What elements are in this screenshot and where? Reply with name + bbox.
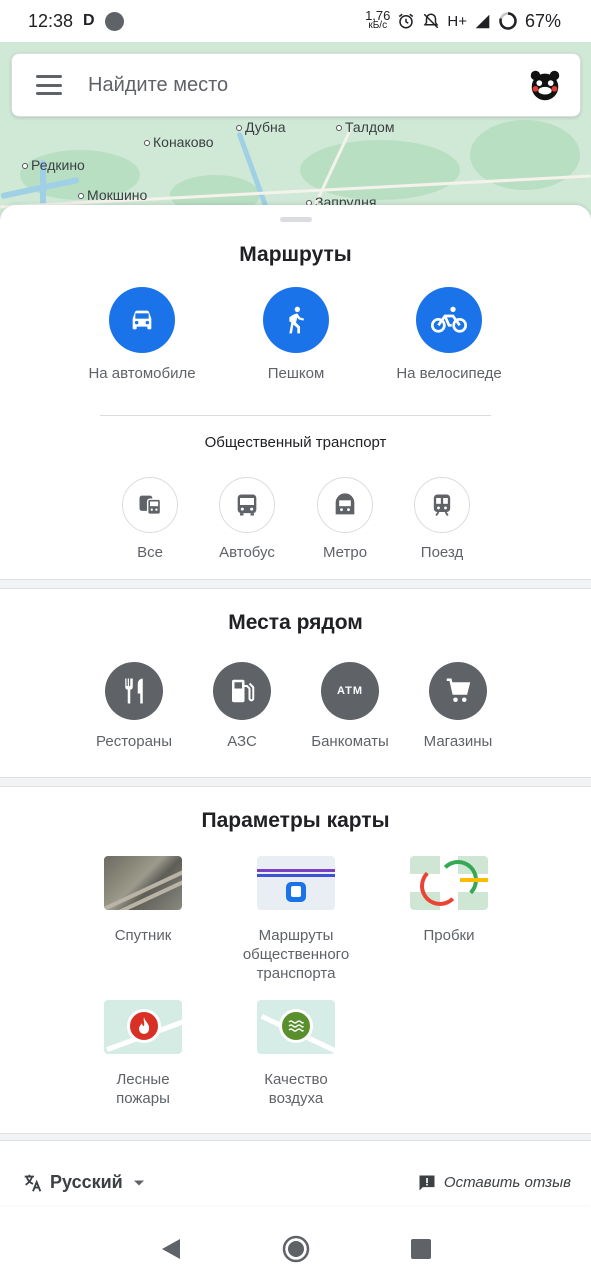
layer-satellite[interactable]: Спутник xyxy=(73,856,213,945)
bike-icon xyxy=(431,306,467,333)
layer-wildfires-label: Лесные пожары xyxy=(116,1071,170,1107)
divider xyxy=(100,415,491,416)
nearby-shops-label: Магазины xyxy=(423,733,493,750)
drag-handle[interactable] xyxy=(280,217,312,222)
menu-icon[interactable] xyxy=(36,75,62,95)
feedback-icon xyxy=(419,1175,435,1190)
language-label: Русский xyxy=(50,1172,123,1192)
transit-subway-label: Метро xyxy=(322,544,368,561)
battery-level: 67% xyxy=(524,10,561,31)
layer-transit[interactable]: Маршруты общественного транспорта xyxy=(226,856,366,983)
status-time: 12:38 xyxy=(28,10,74,31)
routes-title: Маршруты xyxy=(239,243,352,266)
route-mode-walk-label: Пешком xyxy=(267,365,325,382)
transit-layer-thumbnail xyxy=(257,856,335,910)
layer-traffic[interactable]: Пробки xyxy=(379,856,519,945)
footer: Русский Оставить отзыв xyxy=(0,1155,591,1210)
back-icon[interactable] xyxy=(160,1237,182,1261)
transit-all-label: Все xyxy=(137,544,163,561)
gas-station-icon xyxy=(232,679,255,703)
layer-air-quality-label: Качество воздуха xyxy=(264,1071,328,1107)
search-input[interactable] xyxy=(88,73,526,97)
route-mode-bike-label: На велосипеде xyxy=(396,365,502,382)
train-icon xyxy=(433,494,451,517)
alarm-icon xyxy=(399,13,414,29)
map-layers-title: Параметры карты xyxy=(201,809,390,832)
transit-train[interactable]: Поезд xyxy=(414,477,470,561)
signal-icon xyxy=(475,14,490,28)
car-icon xyxy=(132,310,152,330)
section-separator xyxy=(0,1133,591,1141)
air-quality-thumbnail xyxy=(257,1000,335,1054)
transit-bus[interactable]: Автобус xyxy=(219,477,275,561)
wildfires-thumbnail xyxy=(104,1000,182,1054)
transit-all-icon xyxy=(139,495,162,516)
recents-icon[interactable] xyxy=(410,1238,432,1260)
nearby-atm-label: Банкоматы xyxy=(311,733,389,750)
transit-title: Общественный транспорт xyxy=(204,434,387,451)
feedback-link[interactable]: Оставить отзыв xyxy=(417,1173,571,1193)
transit-train-label: Поезд xyxy=(420,544,464,561)
feedback-label: Оставить отзыв xyxy=(443,1174,571,1191)
transit-subway[interactable]: Метро xyxy=(317,477,373,561)
home-icon[interactable] xyxy=(282,1235,310,1263)
transit-all[interactable]: Все xyxy=(122,477,178,561)
notifications-off-icon xyxy=(423,13,439,29)
nearby-shops[interactable]: Магазины xyxy=(403,662,513,750)
nearby-restaurants[interactable]: Рестораны xyxy=(79,662,189,750)
section-separator xyxy=(0,579,591,589)
satellite-thumbnail xyxy=(104,856,182,910)
layer-air-quality[interactable]: Качество воздуха xyxy=(226,1000,366,1108)
transit-bus-label: Автобус xyxy=(219,544,275,561)
atm-icon: ATM xyxy=(321,662,379,720)
subway-icon xyxy=(335,493,355,515)
route-mode-walk[interactable]: Пешком xyxy=(231,287,361,383)
nearby-restaurants-label: Рестораны xyxy=(96,733,172,750)
net-speed: 1,76 кБ/с xyxy=(365,8,391,31)
map-label-taldom: Талдом xyxy=(336,119,394,135)
avatar[interactable] xyxy=(526,66,564,104)
translate-icon xyxy=(24,1174,42,1192)
map-label-konakovo: Конаково xyxy=(144,134,214,150)
map-label-mokshino: Мокшино xyxy=(78,187,147,203)
notification-dot-icon xyxy=(104,11,124,31)
route-mode-car[interactable]: На автомобиле xyxy=(77,287,207,383)
shopping-cart-icon xyxy=(446,678,471,702)
nearby-title: Места рядом xyxy=(228,611,363,634)
layer-wildfires[interactable]: Лесные пожары xyxy=(73,1000,213,1108)
status-bar: 12:38 D 1,76 кБ/с H+ 67% xyxy=(0,0,591,42)
nearby-gas-label: АЗС xyxy=(227,733,257,750)
layer-traffic-label: Пробки xyxy=(423,927,475,944)
dropdown-arrow-icon xyxy=(133,1180,144,1185)
battery-icon xyxy=(499,12,517,30)
network-type: H+ xyxy=(447,12,467,30)
walk-icon xyxy=(289,306,304,334)
system-nav-bar xyxy=(0,1218,591,1280)
section-separator xyxy=(0,777,591,787)
layer-satellite-label: Спутник xyxy=(114,927,172,944)
route-mode-car-label: На автомобиле xyxy=(88,365,196,382)
map-label-dubna: Дубна xyxy=(236,119,285,135)
notification-d-icon: D xyxy=(83,12,95,29)
bus-icon xyxy=(237,494,257,516)
layer-transit-label: Маршруты общественного транспорта xyxy=(242,927,350,982)
map-label-redkino: Редкино xyxy=(22,157,85,173)
nearby-gas[interactable]: АЗС xyxy=(187,662,297,750)
nearby-atm[interactable]: ATM Банкоматы xyxy=(295,662,405,750)
route-mode-bike[interactable]: На велосипеде xyxy=(384,287,514,383)
traffic-thumbnail xyxy=(410,856,488,910)
search-bar[interactable] xyxy=(11,53,581,117)
language-selector[interactable]: Русский xyxy=(22,1172,149,1194)
restaurant-icon xyxy=(125,678,143,704)
